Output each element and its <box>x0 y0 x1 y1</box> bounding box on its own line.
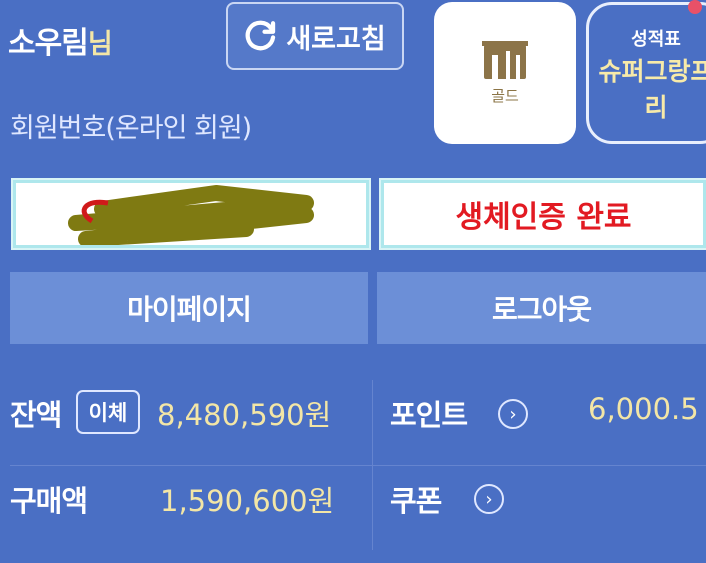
report-title: 성적표 <box>631 29 681 50</box>
balance-label: 잔액 <box>10 398 62 432</box>
logout-button[interactable]: 로그아웃 <box>377 272 706 344</box>
notification-dot <box>688 0 702 14</box>
points-value: 6,000.5 <box>588 392 699 426</box>
points-chevron-icon[interactable]: › <box>498 399 528 429</box>
report-subtitle-line2: 리 <box>644 93 668 122</box>
coupon-chevron-icon[interactable]: › <box>474 484 504 514</box>
logout-label: 로그아웃 <box>491 293 592 326</box>
member-id-box <box>11 178 371 250</box>
biometric-status: 생체인증 완료 <box>379 178 706 250</box>
purchase-value: 1,590,600원 <box>160 484 335 518</box>
row-divider <box>10 465 706 466</box>
user-name: 소우림님 <box>8 18 113 62</box>
points-label: 포인트 <box>390 398 468 432</box>
purchase-label: 구매액 <box>10 484 88 518</box>
coupon-label: 쿠폰 <box>390 484 442 518</box>
member-number: 회원번호(온라인 회원) <box>10 113 252 144</box>
transfer-label: 이체 <box>88 401 128 425</box>
mypage-label: 마이페이지 <box>127 293 252 326</box>
grade-m-logo-icon <box>482 40 528 79</box>
grade-label: 골드 <box>491 86 519 105</box>
refresh-icon <box>245 20 276 51</box>
report-card[interactable]: 성적표 슈퍼그랑프 리 <box>586 2 706 144</box>
refresh-button[interactable]: 새로고침 <box>226 2 404 70</box>
user-name-suffix: 님 <box>87 29 113 60</box>
biometric-status-text: 생체인증 완료 <box>455 200 632 235</box>
grade-card[interactable]: 골드 <box>434 2 576 144</box>
transfer-button[interactable]: 이체 <box>76 390 140 434</box>
refresh-label: 새로고침 <box>286 23 386 55</box>
report-subtitle-line1: 슈퍼그랑프 <box>598 57 706 86</box>
user-name-text: 소우림 <box>8 26 89 61</box>
redaction-scribble <box>68 185 314 245</box>
balance-value: 8,480,590원 <box>157 398 332 432</box>
mypage-button[interactable]: 마이페이지 <box>10 272 368 344</box>
